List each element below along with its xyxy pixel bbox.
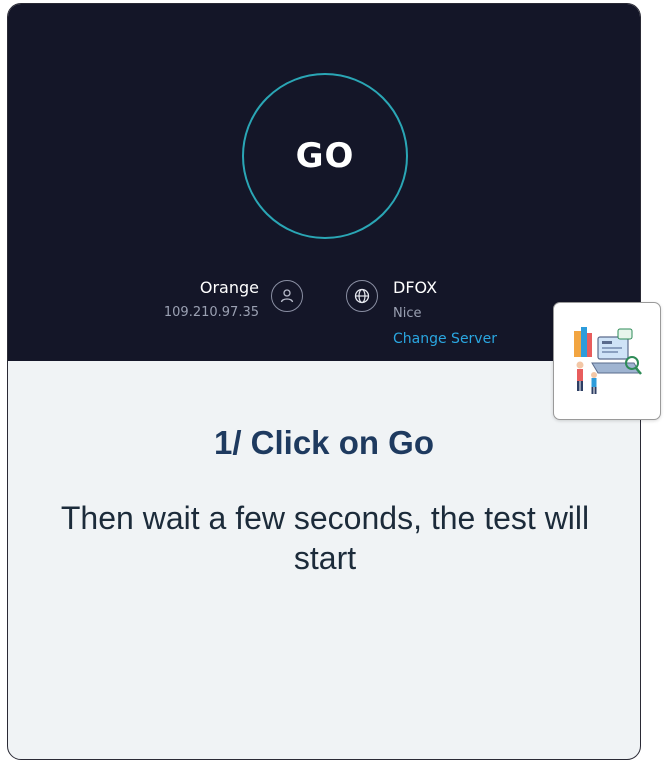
tutorial-card: GO Orange 109.210.97.35 DFOX Nice Change… [7, 3, 641, 760]
user-icon [271, 280, 303, 312]
illustration-thumbnail[interactable] [553, 302, 661, 420]
isp-name: Orange [199, 278, 259, 297]
server-name: DFOX [393, 278, 438, 297]
step-description: Then wait a few seconds, the test will s… [60, 500, 590, 576]
go-button[interactable]: GO [242, 73, 408, 239]
speedtest-panel: GO Orange 109.210.97.35 DFOX Nice Change… [8, 4, 640, 361]
step-title: 1/ Click on Go [213, 424, 435, 461]
illustration-icon [574, 327, 642, 394]
isp-ip: 109.210.97.35 [163, 305, 259, 320]
server-location: Nice [393, 306, 422, 321]
go-label: GO [295, 136, 355, 176]
change-server-link[interactable]: Change Server [393, 331, 497, 347]
globe-icon[interactable] [346, 280, 378, 312]
